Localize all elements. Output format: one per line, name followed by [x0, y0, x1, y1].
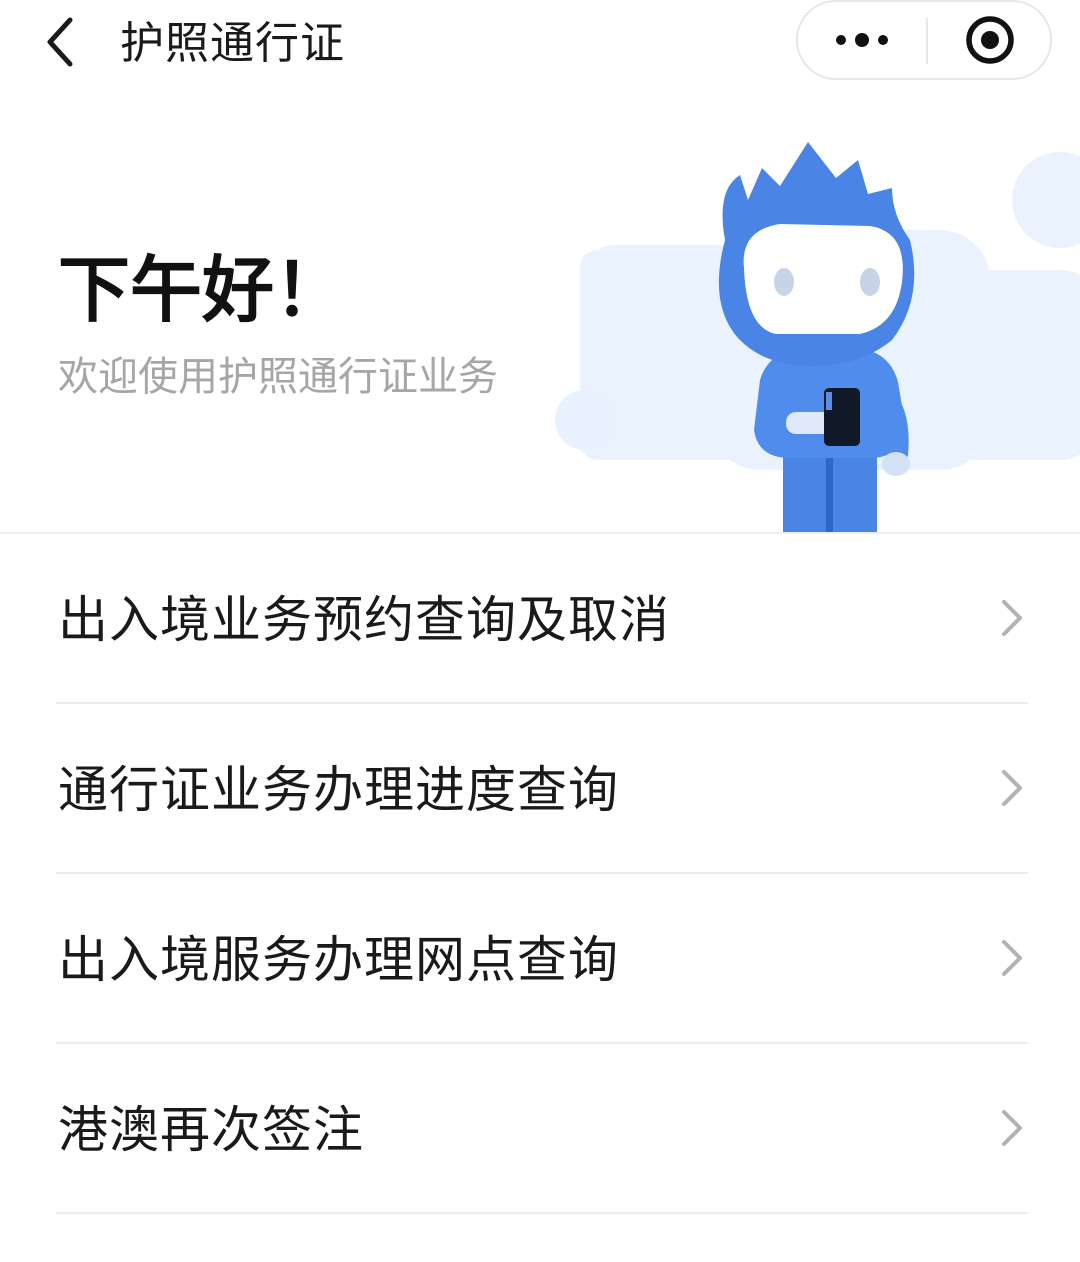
chevron-left-icon	[47, 17, 73, 67]
mascot-head	[718, 142, 915, 366]
back-button[interactable]	[28, 10, 92, 74]
chevron-right-icon	[1002, 1110, 1022, 1146]
menu-item-appointment-query[interactable]: 出入境业务预约查询及取消	[0, 534, 1080, 704]
page-title: 护照通行证	[120, 18, 345, 69]
close-button[interactable]	[928, 2, 1052, 78]
target-circle-icon	[966, 16, 1014, 64]
chevron-right-icon	[1002, 940, 1022, 976]
menu-item-progress-query[interactable]: 通行证业务办理进度查询	[0, 704, 1080, 874]
chevron-right-icon	[1002, 600, 1022, 636]
welcome-subtitle: 欢迎使用护照通行证业务	[58, 354, 498, 400]
hero-banner: 下午好！ 欢迎使用护照通行证业务	[0, 90, 1080, 532]
menu-divider	[56, 1212, 1028, 1214]
mascot-illustration	[555, 142, 1080, 532]
mascot-body	[754, 348, 910, 532]
menu-item-label: 出入境业务预约查询及取消	[58, 591, 670, 649]
menu-item-hk-macau-endorsement[interactable]: 港澳再次签注	[0, 1044, 1080, 1214]
menu-item-office-query[interactable]: 出入境服务办理网点查询	[0, 874, 1080, 1044]
menu-item-label: 通行证业务办理进度查询	[58, 761, 619, 819]
service-menu: 出入境业务预约查询及取消 通行证业务办理进度查询 出入境服务办理网点查询 港澳再…	[0, 534, 1080, 1214]
menu-item-label: 出入境服务办理网点查询	[58, 931, 619, 989]
greeting-heading: 下午好！	[58, 248, 347, 332]
chevron-right-icon	[1002, 770, 1022, 806]
menu-item-label: 港澳再次签注	[58, 1101, 364, 1159]
more-button[interactable]	[798, 2, 926, 78]
navbar: 护照通行证	[0, 0, 1080, 90]
mini-program-capsule	[796, 0, 1052, 80]
more-dots-icon	[836, 33, 888, 47]
